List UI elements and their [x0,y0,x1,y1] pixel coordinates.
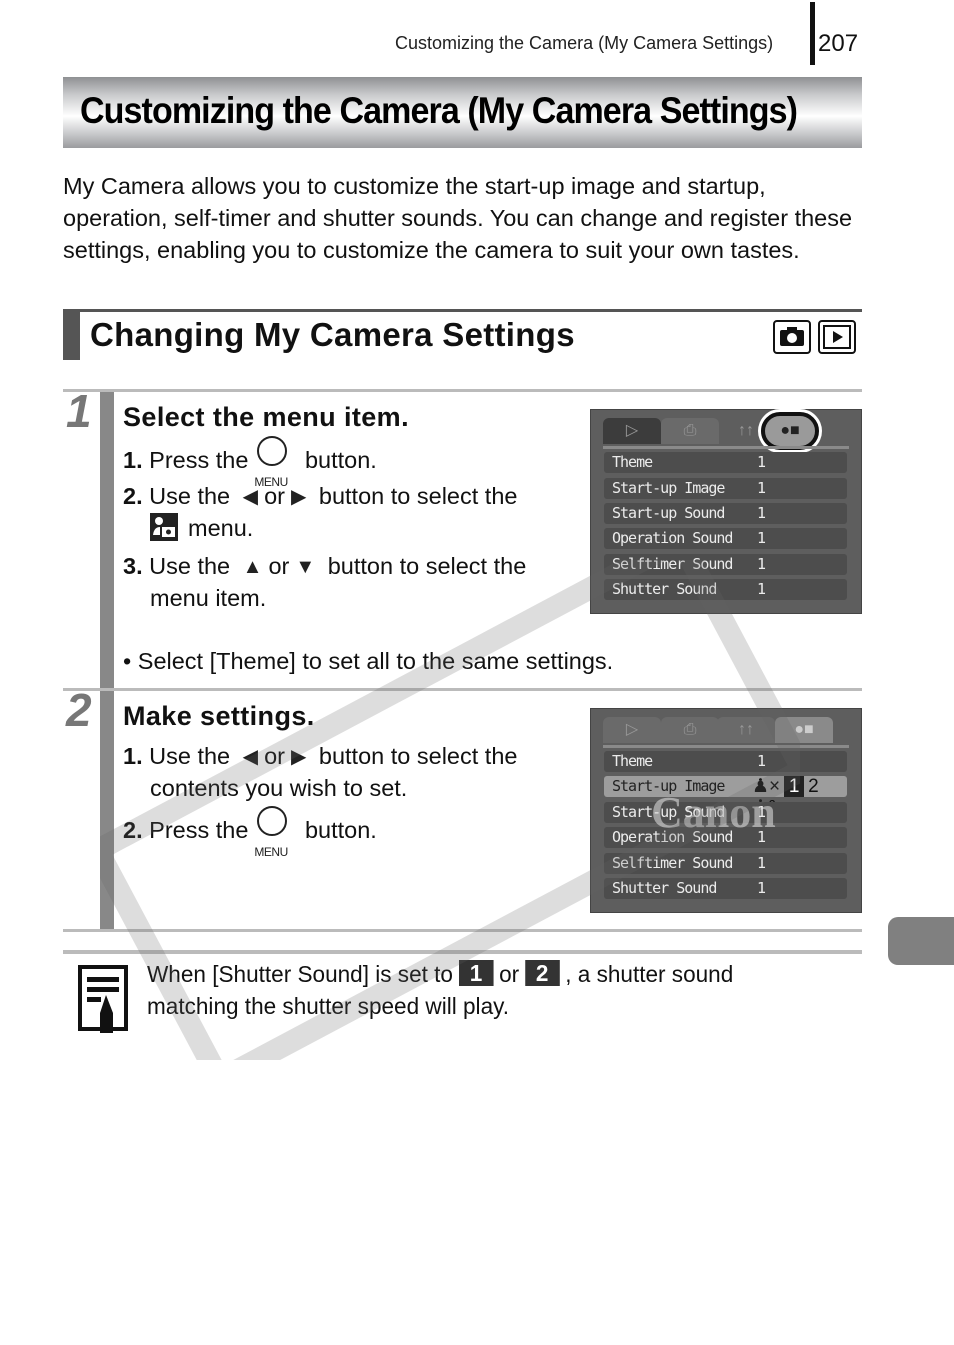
step-1-number: 1 [66,385,92,437]
item-text: menu. [188,515,254,541]
item-text: button. [304,447,377,473]
menu-row-startup-image: Start-up Image 1 [604,478,847,499]
item-text: Use the [149,553,231,579]
note-text-part: or [499,961,520,987]
setup-tab-icon: ↑↑ [717,717,775,743]
menu-row-selftimer-sound: Selftimer Sound 1 [604,853,847,874]
menu-button-icon: MENU [254,806,290,859]
step-1-item-2: 2. Use the ◀ or ▶ button to select the [123,480,517,513]
item-text: Use the [149,483,231,509]
left-arrow-icon: ◀ [242,746,259,768]
note-icon [78,965,132,1040]
item-number: 2. [123,817,143,843]
menu-row-startup-sound: Start-up Sound 1 [604,503,847,524]
menu-row-selftimer-sound: Selftimer Sound 1 [604,554,847,575]
section-marker [63,309,80,360]
item-text: button. [304,817,377,843]
my-camera-tab-icon: ●■ [761,412,819,450]
menu-row-theme: Theme 1 [604,452,847,473]
menu-row-shutter-sound: Shutter Sound 1 [604,579,847,600]
intro-paragraph: My Camera allows you to customize the st… [63,173,853,263]
note-text: When [Shutter Sound] is set to 1 or 2, a sh… [147,958,819,1022]
step-1-heading: Select the menu item. [123,402,409,432]
bullet-text: Select [Theme] to set all to the same se… [137,648,614,674]
step-2-number: 2 [66,684,92,736]
step-2-bar [100,691,114,929]
print-tab-icon: ⎙ [661,418,719,444]
menu-row-theme: Theme 1 [604,751,847,772]
item-text: or [264,483,285,509]
header-divider [810,2,815,65]
step-2-item-2: 2. Press the MENU button. [123,806,377,859]
step-1-bullet: • Select [Theme] to set all to the same … [123,648,614,674]
item-text: or [264,743,285,769]
step-1-item-2-cont: menu. [150,512,253,544]
step-2-item-1-cont: contents you wish to set. [150,775,408,801]
item-text: Use the [149,743,231,769]
step-2-item-1: 1. Use the ◀ or ▶ button to select the [123,740,517,773]
camera-screen-2: ▷ ⎙ ↑↑ ●■ Theme1 Start-up Image ♟×12 ♟³ … [590,708,862,913]
canon-logo-overlay: Canon [651,788,776,837]
option-2: 2 [808,776,819,797]
item-text: button to select the [318,483,518,509]
step-1-bar [100,392,114,688]
camera-screen-1: ▷ ⎙ ↑↑ ●■ Theme 1 Start-up Image 1 Start-u… [590,409,862,614]
right-arrow-icon: ▶ [290,746,307,768]
step-1-item-3: 3. Use the ▲ or ▼ button to select the [123,550,526,583]
page-number: 207 [818,30,859,57]
down-arrow-icon: ▼ [295,556,316,578]
steps-bottom-rule [63,929,862,932]
playback-tab-icon: ▷ [603,717,661,743]
playback-tab-icon: ▷ [603,418,661,444]
section-rule [63,309,862,312]
menu-row-shutter-sound: Shutter Sound 1 [604,878,847,899]
running-header-title: Customizing the Camera (My Camera Settin… [395,33,774,53]
camera-mode-icon [773,320,811,354]
setting-2-icon: 2 [524,960,560,986]
setting-1-icon: 1 [458,960,494,986]
item-number: 3. [123,553,143,579]
step-1-rule [63,389,862,392]
item-text: button to select the [327,553,527,579]
step-1-item-3-cont: menu item. [150,585,267,611]
right-arrow-icon: ▶ [290,486,307,508]
menu-button-icon: MENU [254,436,290,489]
step-2-heading: Make settings. [123,701,315,731]
up-arrow-icon: ▲ [242,556,263,578]
item-text: Press the [149,447,249,473]
menu-label: MENU [254,845,288,859]
page-title: Customizing the Camera (My Camera Settin… [80,90,798,131]
item-text: button to select the [318,743,518,769]
item-number: 1. [123,447,143,473]
item-number: 1. [123,743,143,769]
menu-row-operation-sound: Operation Sound 1 [604,528,847,549]
step-1-item-1: 1. Press the MENU button. [123,436,377,489]
item-text: Press the [149,817,249,843]
chapter-thumb-tab [888,917,954,965]
my-camera-menu-icon [150,513,178,541]
note-text-part: When [Shutter Sound] is set to [147,961,453,987]
item-text: or [268,553,290,579]
step-2-rule [63,688,862,691]
item-number: 2. [123,483,143,509]
option-1-selected: 1 [784,776,805,797]
playback-mode-icon [818,320,856,354]
my-camera-tab-icon: ●■ [775,717,833,743]
section-title: Changing My Camera Settings [90,316,575,353]
print-tab-icon: ⎙ [661,717,719,743]
left-arrow-icon: ◀ [242,486,259,508]
note-rule [63,950,862,954]
